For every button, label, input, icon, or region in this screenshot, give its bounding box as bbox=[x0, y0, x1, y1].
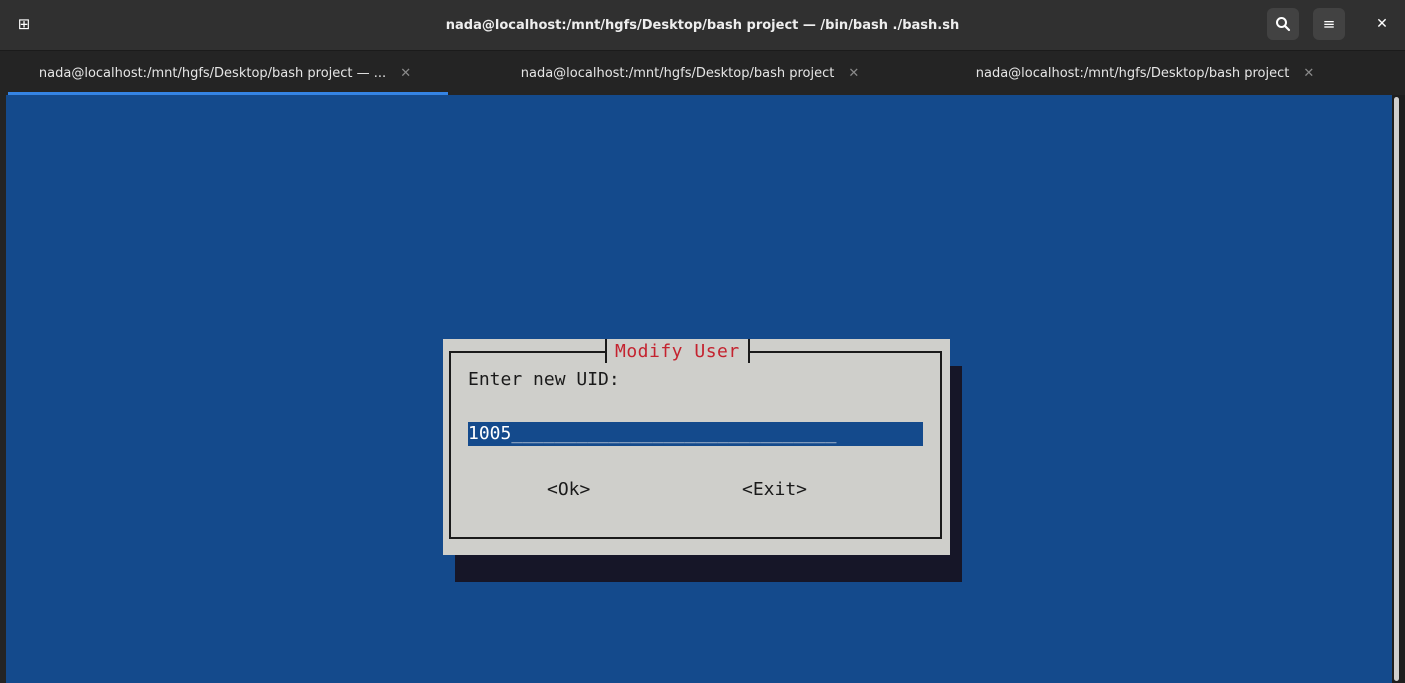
tab-1[interactable]: nada@localhost:/mnt/hgfs/Desktop/bash pr… bbox=[0, 51, 450, 95]
uid-input-value: 1005 bbox=[468, 423, 512, 444]
terminal-window: ⊞ nada@localhost:/mnt/hgfs/Desktop/bash … bbox=[0, 0, 1405, 683]
tab-close-icon[interactable]: ✕ bbox=[1303, 66, 1314, 81]
dialog-title-box: Modify User bbox=[605, 339, 750, 363]
search-button[interactable] bbox=[1267, 8, 1299, 40]
uid-input-fill: ______________________________ bbox=[511, 423, 837, 444]
close-window-button[interactable]: ✕ bbox=[1366, 8, 1398, 40]
exit-button[interactable]: <Exit> bbox=[742, 479, 807, 500]
tab-close-icon[interactable]: ✕ bbox=[848, 66, 859, 81]
tab-label: nada@localhost:/mnt/hgfs/Desktop/bash pr… bbox=[975, 65, 1290, 81]
header-bar: ⊞ nada@localhost:/mnt/hgfs/Desktop/bash … bbox=[0, 0, 1405, 50]
ok-button[interactable]: <Ok> bbox=[547, 479, 590, 500]
terminal-scrollbar[interactable] bbox=[1392, 95, 1405, 683]
search-icon bbox=[1276, 17, 1291, 32]
menu-button[interactable]: ≡ bbox=[1313, 8, 1345, 40]
tab-label: nada@localhost:/mnt/hgfs/Desktop/bash pr… bbox=[38, 65, 387, 81]
dialog-title: Modify User bbox=[615, 340, 740, 362]
modify-user-dialog: Modify User Enter new UID: 1005_________… bbox=[443, 339, 950, 555]
tab-bar: nada@localhost:/mnt/hgfs/Desktop/bash pr… bbox=[0, 50, 1405, 130]
hamburger-menu-icon: ≡ bbox=[1322, 15, 1336, 33]
new-tab-button[interactable]: ⊞ bbox=[8, 8, 40, 40]
tab-3[interactable]: nada@localhost:/mnt/hgfs/Desktop/bash pr… bbox=[930, 51, 1360, 95]
close-icon: ✕ bbox=[1376, 16, 1388, 32]
uid-input[interactable]: 1005______________________________ bbox=[468, 422, 923, 446]
tab-close-icon[interactable]: ✕ bbox=[400, 66, 411, 81]
scrollbar-thumb[interactable] bbox=[1394, 97, 1399, 681]
window-title: nada@localhost:/mnt/hgfs/Desktop/bash pr… bbox=[445, 17, 960, 33]
tab-2[interactable]: nada@localhost:/mnt/hgfs/Desktop/bash pr… bbox=[470, 51, 910, 95]
uid-prompt-label: Enter new UID: bbox=[468, 369, 620, 390]
tab-label: nada@localhost:/mnt/hgfs/Desktop/bash pr… bbox=[520, 65, 835, 81]
new-tab-icon: ⊞ bbox=[17, 15, 31, 33]
